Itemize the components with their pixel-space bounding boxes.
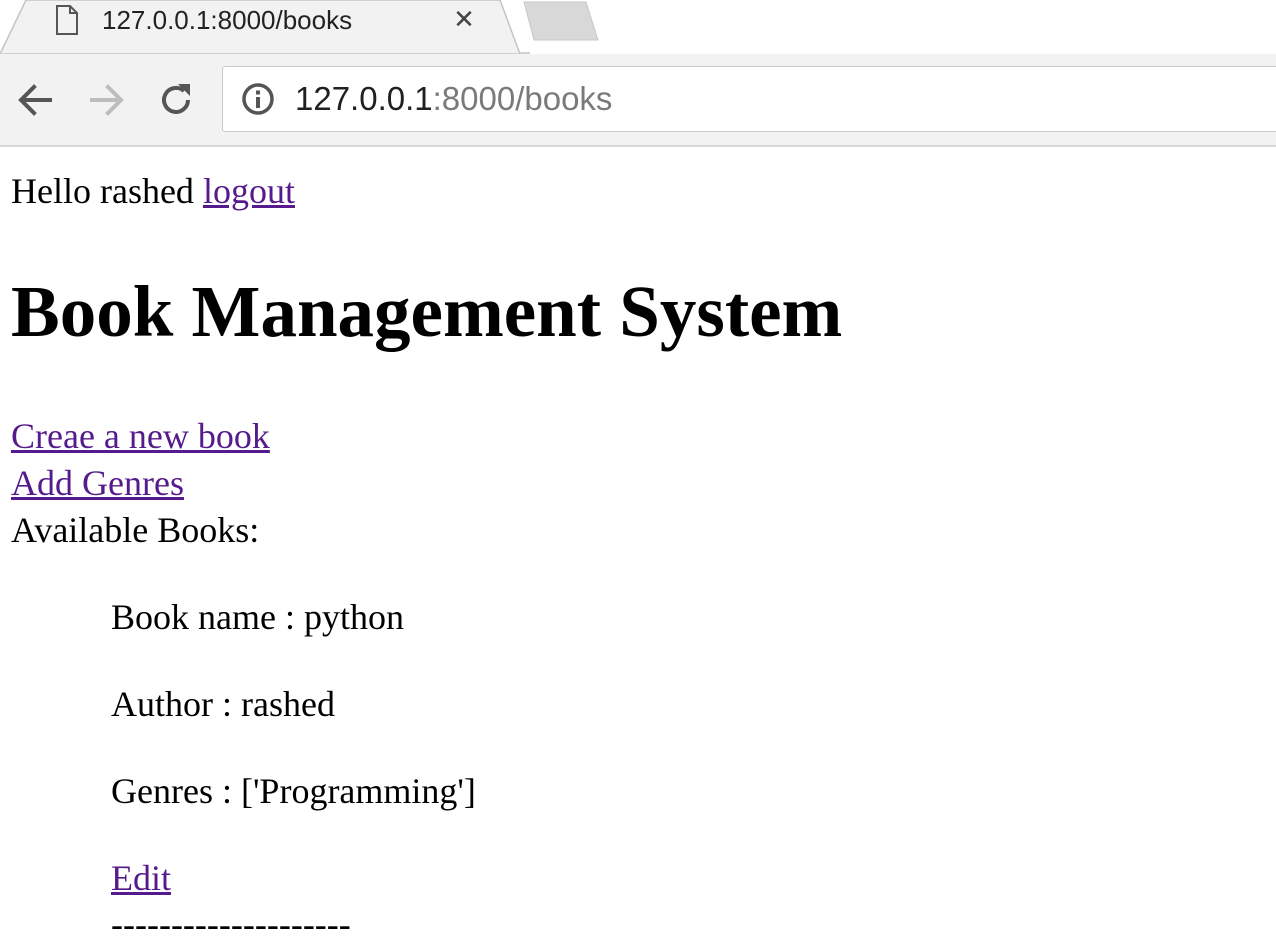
greeting-text: Hello rashed — [11, 171, 194, 211]
reload-icon — [162, 84, 190, 114]
url-host: 127.0.0.1 — [295, 80, 433, 117]
create-book-link[interactable]: Creae a new book — [11, 416, 270, 456]
close-icon[interactable]: ✕ — [448, 4, 480, 36]
new-tab-icon[interactable] — [510, 0, 610, 54]
page-title: Book Management System — [11, 271, 843, 352]
tab-strip: 127.0.0.1:8000/books ✕ — [0, 0, 1276, 54]
forward-button[interactable] — [84, 78, 128, 122]
back-button[interactable] — [14, 78, 58, 122]
reload-button[interactable] — [154, 78, 198, 122]
book-genres: Genres : ['Programming'] — [111, 771, 476, 811]
url-path: :8000/books — [432, 80, 613, 117]
book-name: Book name : python — [111, 597, 404, 637]
forward-icon — [90, 84, 124, 116]
browser-chrome: 127.0.0.1:8000/books ✕ 127.0.0.1:8000/bo… — [0, 0, 1276, 147]
book-author: Author : rashed — [111, 684, 335, 724]
logout-link[interactable]: logout — [203, 171, 295, 211]
book-separator: -------------------- — [111, 904, 351, 944]
add-genres-link[interactable]: Add Genres — [11, 463, 184, 503]
url-text[interactable]: 127.0.0.1:8000/books — [295, 81, 612, 117]
edit-book-link[interactable]: Edit — [111, 858, 171, 898]
info-icon[interactable] — [241, 82, 275, 116]
back-icon — [18, 84, 52, 116]
page-content: Hello rashed logout Book Management Syst… — [0, 147, 1276, 948]
address-bar[interactable]: 127.0.0.1:8000/books — [222, 66, 1276, 132]
page-icon — [56, 5, 78, 35]
tab-title: 127.0.0.1:8000/books — [102, 5, 353, 35]
tab-books[interactable]: 127.0.0.1:8000/books ✕ — [30, 0, 500, 54]
available-books-label: Available Books: — [11, 510, 260, 550]
greeting: Hello rashed logout — [11, 170, 295, 212]
toolbar: 127.0.0.1:8000/books — [0, 54, 1276, 147]
